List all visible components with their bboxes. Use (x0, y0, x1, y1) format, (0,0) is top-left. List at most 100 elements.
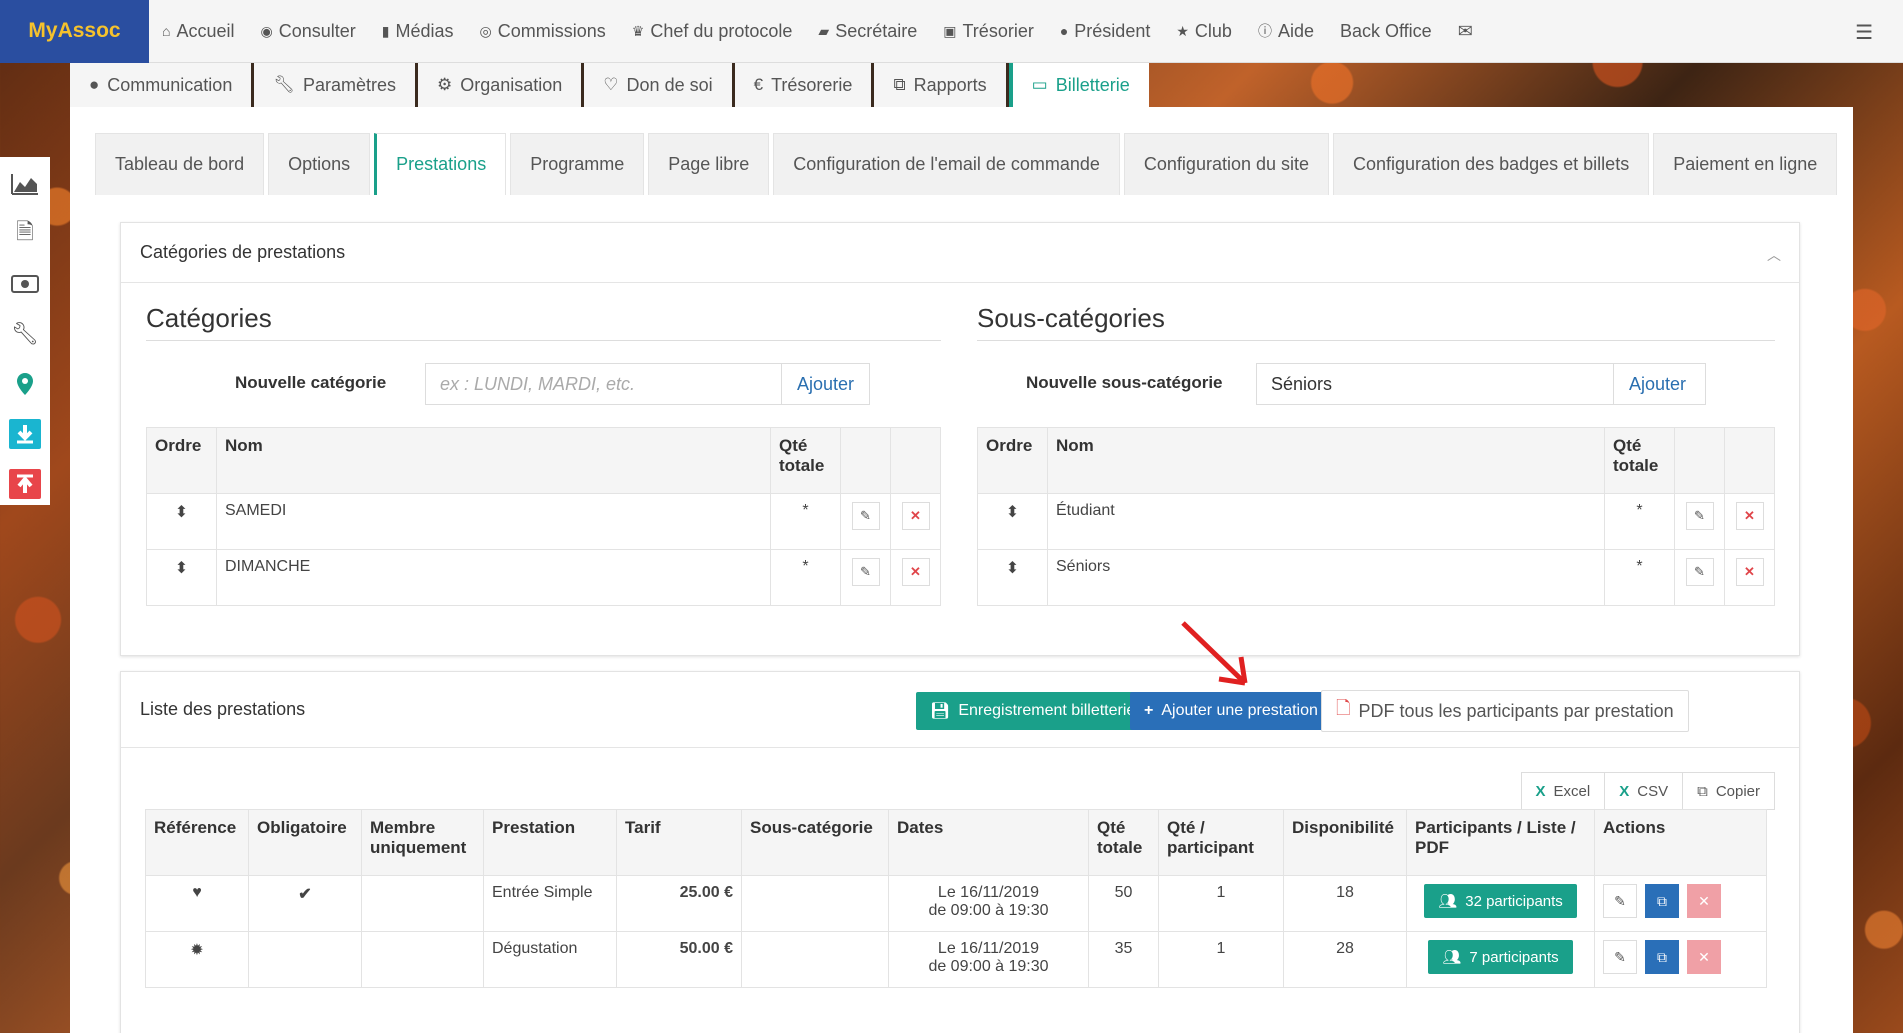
subtab-config-badges[interactable]: Configuration des badges et billets (1333, 133, 1650, 195)
tab-parametres[interactable]: 🔧︎ Paramètres (254, 63, 418, 107)
sous-categorie-cell (741, 931, 889, 988)
tab-label: Organisation (460, 74, 563, 95)
users-icon: 👥︎ (1442, 949, 1462, 966)
col-qte: Qté totale (1604, 427, 1675, 494)
module-tabs: ● Communication 🔧︎ Paramètres ⚙ Organisatio… (70, 63, 1149, 107)
edit-icon[interactable]: ✎ (1685, 558, 1714, 586)
nav-label: Club (1194, 20, 1232, 41)
pdf-all-participants-button[interactable]: 🗋︎ PDF tous les participants par prestati… (1321, 690, 1689, 732)
participants-button[interactable]: 👥︎ 7 participants (1428, 940, 1573, 974)
edit-icon[interactable]: ✎ (1685, 502, 1714, 530)
delete-icon[interactable]: ✕ (901, 502, 930, 530)
annotation-arrow (1181, 621, 1248, 686)
chevron-up-icon[interactable]: ︿ (1767, 245, 1781, 265)
duplicate-icon[interactable]: ⧉ (1645, 940, 1679, 974)
nav-chef-protocole[interactable]: ♛ Chef du protocole (619, 0, 806, 63)
export-csv-button[interactable]: X CSV (1605, 773, 1684, 809)
category-name: SAMEDI (216, 493, 771, 550)
delete-icon[interactable]: ✕ (1735, 502, 1764, 530)
nav-label: Accueil (176, 20, 235, 41)
subtab-page-libre[interactable]: Page libre (648, 133, 770, 195)
hamburger-menu-icon[interactable]: ☰ (1855, 20, 1873, 45)
button-label: CSV (1637, 782, 1669, 800)
subtab-options[interactable]: Options (268, 133, 371, 195)
nav-tresorier[interactable]: ▣ Trésorier (930, 0, 1047, 63)
tab-rapports[interactable]: ⧉ Rapports (874, 63, 1009, 107)
delete-icon[interactable]: ✕ (1687, 940, 1721, 974)
sort-handle-icon[interactable]: ⬍ (977, 493, 1048, 550)
copy-button[interactable]: ⧉ Copier (1683, 773, 1774, 809)
add-category-button[interactable]: Ajouter (780, 364, 869, 404)
card-title: Liste des prestations (140, 699, 306, 719)
subtab-config-email[interactable]: Configuration de l'email de commande (773, 133, 1120, 195)
edit-icon[interactable]: ✎ (851, 502, 880, 530)
map-marker-icon[interactable] (9, 369, 41, 399)
heart-icon: ♡ (603, 75, 619, 94)
nav-mail[interactable]: ✉ (1445, 0, 1486, 63)
edit-icon[interactable]: ✎ (1603, 940, 1637, 974)
delete-icon[interactable]: ✕ (1687, 884, 1721, 918)
export-excel-button[interactable]: X Excel (1522, 773, 1606, 809)
add-prestation-button[interactable]: + Ajouter une prestation (1130, 692, 1332, 730)
download-icon[interactable] (9, 419, 41, 449)
nav-aide[interactable]: ⓘ Aide (1245, 0, 1327, 63)
col-membre: Membre uniquement (361, 809, 484, 876)
date-day: Le 16/11/2019 (937, 940, 1040, 957)
button-label: Copier (1715, 782, 1760, 800)
tab-label: Billetterie (1055, 74, 1130, 95)
button-label: PDF tous les participants par prestation (1358, 700, 1674, 721)
subtab-prestations[interactable]: Prestations (374, 133, 507, 195)
tab-tresorerie[interactable]: € Trésorerie (734, 63, 875, 107)
new-subcategory-group: Ajouter (1256, 363, 1706, 405)
new-subcategory-input[interactable] (1257, 364, 1613, 404)
new-category-group: Ajouter (425, 363, 870, 405)
nav-consulter[interactable]: ◉ Consulter (248, 0, 369, 63)
subtab-paiement[interactable]: Paiement en ligne (1653, 133, 1838, 195)
edit-icon[interactable]: ✎ (1603, 884, 1637, 918)
subtab-programme[interactable]: Programme (510, 133, 645, 195)
sort-handle-icon[interactable]: ⬍ (146, 549, 217, 606)
participants-button[interactable]: 👥︎ 32 participants (1424, 884, 1577, 918)
new-subcategory-label: Nouvelle sous-catégorie (1026, 373, 1223, 392)
col-participants: Participants / Liste / PDF (1406, 809, 1595, 876)
nav-secretaire[interactable]: ▰ Secrétaire (805, 0, 930, 63)
sort-handle-icon[interactable]: ⬍ (977, 549, 1048, 606)
globe-icon: ● (89, 75, 100, 94)
nav-president[interactable]: ● Président (1047, 0, 1164, 63)
area-chart-icon[interactable] (9, 169, 41, 199)
nav-club[interactable]: ★ Club (1163, 0, 1245, 63)
subtab-tableau-de-bord[interactable]: Tableau de bord (95, 133, 265, 195)
col-delete (1724, 427, 1775, 494)
nav-back-office[interactable]: Back Office (1327, 0, 1445, 63)
nav-accueil[interactable]: ⌂ Accueil (149, 0, 248, 63)
col-obligatoire: Obligatoire (248, 809, 362, 876)
disponibilite: 28 (1283, 931, 1407, 988)
card-icon: ▭ (1031, 75, 1048, 94)
document-icon[interactable]: 🗎︎ (9, 219, 41, 249)
save-billetterie-button[interactable]: 💾︎ Enregistrement billetterie (916, 692, 1150, 730)
subtab-config-site[interactable]: Configuration du site (1123, 133, 1330, 195)
banknote-icon[interactable] (9, 269, 41, 299)
qte-totale: 50 (1088, 875, 1159, 932)
delete-icon[interactable]: ✕ (1735, 558, 1764, 586)
duplicate-icon[interactable]: ⧉ (1645, 884, 1679, 918)
nav-medias[interactable]: ▮ Médias (369, 0, 467, 63)
wrench-icon[interactable]: 🔧︎ (9, 319, 41, 349)
tab-don-de-soi[interactable]: ♡ Don de soi (584, 63, 735, 107)
button-label: Ajouter une prestation (1161, 702, 1318, 719)
sort-handle-icon[interactable]: ⬍ (146, 493, 217, 550)
nav-commissions[interactable]: ◎ Commissions (467, 0, 619, 63)
tab-billetterie[interactable]: ▭ Billetterie (1008, 63, 1149, 107)
edit-icon[interactable]: ✎ (851, 558, 880, 586)
prestation-name: Entrée Simple (483, 875, 617, 932)
tab-organisation[interactable]: ⚙ Organisation (417, 63, 585, 107)
new-category-input[interactable] (426, 364, 781, 404)
tab-label: Rapports (913, 74, 987, 95)
categories-table: Ordre Nom Qté totale ⬍ SAMEDI * ✎ ✕ ⬍ DI… (146, 427, 941, 606)
tab-communication[interactable]: ● Communication (70, 63, 255, 107)
globe-icon: ● (1059, 23, 1069, 39)
upload-icon[interactable] (9, 469, 41, 499)
delete-icon[interactable]: ✕ (901, 558, 930, 586)
app-logo[interactable]: MyAssoc (0, 0, 149, 63)
add-subcategory-button[interactable]: Ajouter (1613, 364, 1702, 404)
